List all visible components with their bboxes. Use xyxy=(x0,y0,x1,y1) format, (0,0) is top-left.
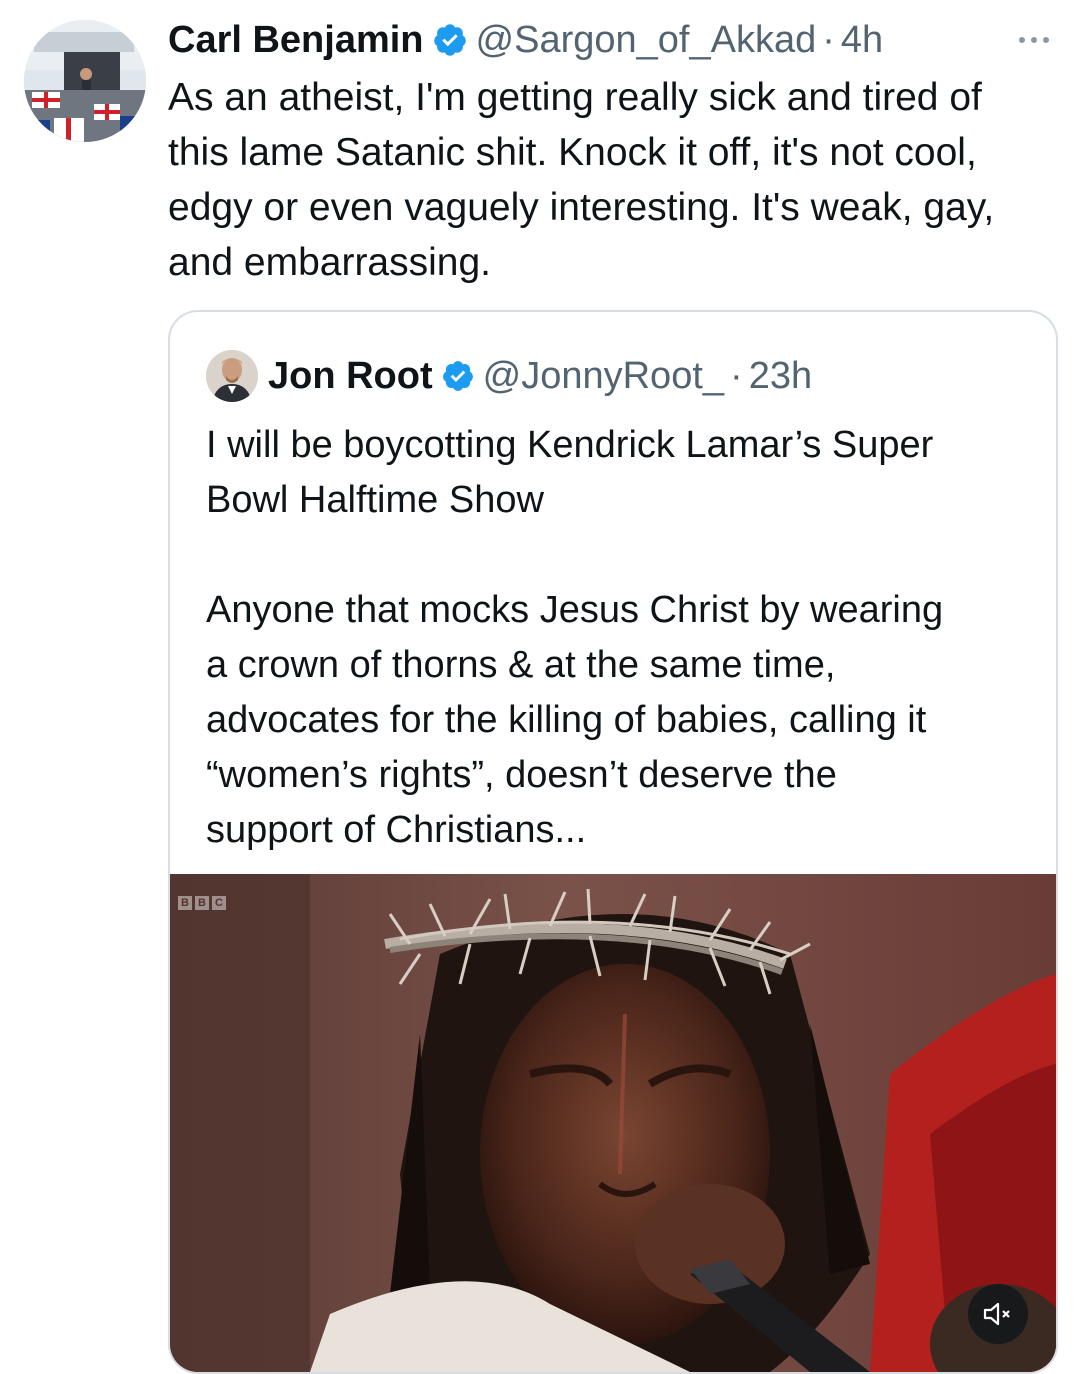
broadcaster-letter: C xyxy=(212,896,226,910)
volume-muted-icon xyxy=(983,1302,1010,1326)
quoted-author-handle[interactable]: @JonnyRoot_ xyxy=(483,348,724,404)
mute-button[interactable] xyxy=(968,1284,1028,1344)
video-frame-image xyxy=(170,874,1056,1372)
verified-badge-icon xyxy=(442,361,473,391)
quoted-author-display-name[interactable]: Jon Root xyxy=(268,348,433,404)
author-display-name[interactable]: Carl Benjamin xyxy=(168,14,424,66)
broadcaster-watermark: B B C xyxy=(178,896,226,910)
avatar-image xyxy=(24,20,146,142)
quoted-tweet-header: Jon Root @JonnyRoot_ · 23h xyxy=(268,348,812,404)
quoted-tweet-card[interactable]: Jon Root @JonnyRoot_ · 23h I will be boy… xyxy=(168,310,1058,1374)
separator-dot: · xyxy=(822,19,835,61)
more-horizontal-icon[interactable] xyxy=(1012,20,1056,60)
tweet-header: Carl Benjamin @Sargon_of_Akkad · 4h xyxy=(168,14,1056,66)
quoted-author-avatar[interactable] xyxy=(206,350,258,402)
broadcaster-letter: B xyxy=(178,896,192,910)
tweet-timestamp[interactable]: 4h xyxy=(841,14,883,66)
verified-badge-icon xyxy=(433,24,466,56)
author-handle[interactable]: @Sargon_of_Akkad xyxy=(476,14,817,66)
author-avatar[interactable] xyxy=(24,20,146,142)
tweet-text: As an atheist, I'm getting really sick a… xyxy=(168,76,995,284)
quoted-tweet-text: I will be boycotting Kendrick Lamar’s Su… xyxy=(206,424,944,851)
quoted-tweet-timestamp[interactable]: 23h xyxy=(749,348,812,404)
broadcaster-letter: B xyxy=(195,896,209,910)
separator-dot: · xyxy=(730,355,743,397)
quoted-avatar-image xyxy=(206,350,258,402)
quoted-tweet-video[interactable]: B B C xyxy=(170,874,1056,1372)
